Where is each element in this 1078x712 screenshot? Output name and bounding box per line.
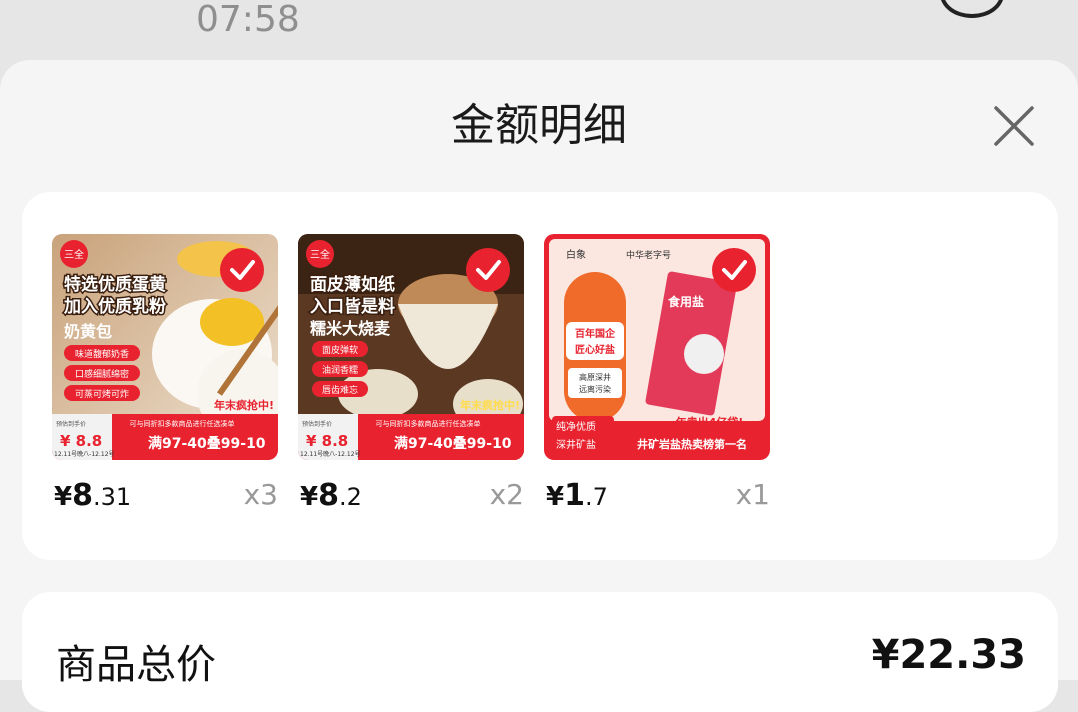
banner-dates: 12.11号晚八-12.12号	[300, 450, 361, 458]
slogan-text: 一年卖出4亿袋!	[665, 415, 744, 429]
price-integer: 1	[564, 478, 585, 513]
product-price: ¥8.31	[54, 478, 131, 513]
estimated-price: ¥ 8.8	[306, 432, 348, 450]
image-product-name: 奶黄包	[64, 322, 112, 341]
product-quantity: x2	[489, 478, 524, 511]
product-thumbnail[interactable]: 三全 面皮薄如纸 入口皆是料 糯米大烧麦 面皮弹软 油润香糯 唇齿难忘 年末疯抢…	[298, 234, 524, 460]
estimated-price-label: 预估到手价	[302, 420, 332, 428]
custard-bun-image: 三全 特选优质蛋黄 加入优质乳粉 奶黄包 味道馥郁奶香 口感细腻绵密 可蒸可烤可…	[52, 234, 278, 460]
status-time: 07:58	[196, 0, 300, 40]
image-tag: 可蒸可烤可炸	[75, 388, 129, 400]
image-headline: 入口皆是料	[310, 296, 395, 317]
banner-text: 可与同折扣多款商品进行任选凑单	[130, 419, 235, 428]
status-bar: 07:58	[0, 0, 1078, 66]
image-headline: 加入优质乳粉	[63, 296, 166, 317]
promo-badge: 年末疯抢中!	[460, 398, 520, 412]
image-tag: 口感细腻绵密	[75, 368, 129, 380]
image-tag: 远离污染	[579, 384, 611, 394]
brand-logo-text: 三全	[310, 248, 330, 261]
salt-image: 白象 中华老字号 食用盐 百年国企 匠心好盐 高原深井 远离污染 一年卖出4亿袋…	[544, 234, 770, 460]
shaomai-image: 三全 面皮薄如纸 入口皆是料 糯米大烧麦 面皮弹软 油润香糯 唇齿难忘 年末疯抢…	[298, 234, 524, 460]
image-tag: 百年国企	[575, 327, 616, 340]
image-label: 纯净优质	[556, 420, 596, 433]
price-integer: 8	[72, 478, 93, 513]
summary-card: 商品总价 ¥22.33	[22, 592, 1058, 712]
banner-main-text: 满97-40叠99-10	[148, 435, 266, 452]
product-thumbnail[interactable]: 三全 特选优质蛋黄 加入优质乳粉 奶黄包 味道馥郁奶香 口感细腻绵密 可蒸可烤可…	[52, 234, 278, 460]
banner-dates: 12.11号晚八-12.12号	[54, 450, 115, 458]
product-price: ¥1.7	[546, 478, 608, 513]
image-label: 深井矿盐	[556, 438, 596, 451]
image-headline: 面皮薄如纸	[310, 274, 395, 295]
image-tag: 油润香糯	[322, 364, 358, 376]
price-currency: ¥	[54, 482, 73, 512]
profile-icon[interactable]	[940, 0, 1004, 18]
search-icon[interactable]	[80, 0, 110, 6]
image-tag: 匠心好盐	[575, 343, 615, 356]
banner-text: 可与同折扣多款商品进行任选凑单	[376, 419, 481, 428]
price-currency: ¥	[546, 482, 565, 512]
image-tag: 高原深井	[579, 372, 611, 382]
image-headline: 特选优质蛋黄	[64, 274, 166, 295]
estimated-price: ¥ 8.8	[60, 432, 102, 450]
image-bottom-text: 井矿岩盐热卖榜第一名	[637, 437, 747, 451]
brand-secondary-text: 中华老字号	[626, 249, 671, 261]
price-decimal: .2	[338, 483, 362, 511]
product-thumbnail[interactable]: 白象 中华老字号 食用盐 百年国企 匠心好盐 高原深井 远离污染 一年卖出4亿袋…	[544, 234, 770, 460]
image-product-name: 糯米大烧麦	[310, 319, 391, 338]
price-integer: 8	[318, 478, 339, 513]
estimated-price-label: 预估到手价	[56, 420, 86, 428]
image-tag: 唇齿难忘	[322, 384, 358, 396]
total-price-label: 商品总价	[56, 642, 216, 688]
brand-logo-text: 三全	[64, 248, 84, 261]
bag-title: 食用盐	[667, 294, 704, 309]
price-decimal: .31	[92, 483, 132, 511]
sheet-title: 金额明细	[451, 100, 627, 151]
close-icon[interactable]	[992, 104, 1036, 148]
image-tag: 味道馥郁奶香	[75, 348, 129, 360]
total-price-value: ¥22.33	[871, 632, 1026, 678]
image-tag: 面皮弹软	[322, 344, 358, 356]
price-decimal: .7	[584, 483, 608, 511]
brand-logo-text: 白象	[566, 248, 586, 261]
product-quantity: x1	[735, 478, 770, 511]
promo-badge: 年末疯抢中!	[214, 398, 274, 412]
product-price: ¥8.2	[300, 478, 362, 513]
product-quantity: x3	[243, 478, 278, 511]
banner-main-text: 满97-40叠99-10	[394, 435, 512, 452]
product-list-card: 三全 特选优质蛋黄 加入优质乳粉 奶黄包 味道馥郁奶香 口感细腻绵密 可蒸可烤可…	[22, 192, 1058, 560]
price-currency: ¥	[300, 482, 319, 512]
